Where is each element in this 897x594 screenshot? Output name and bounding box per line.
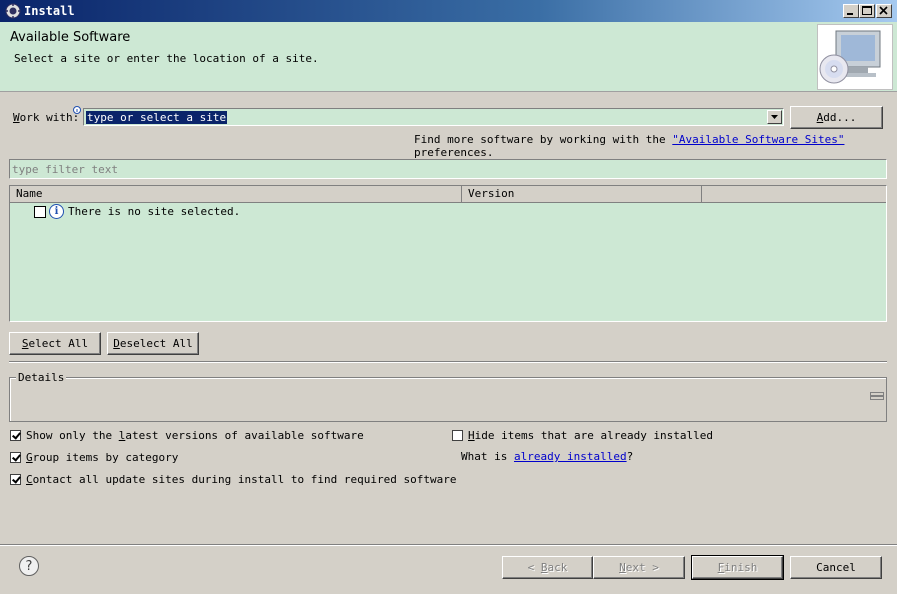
button-label: elect All bbox=[28, 337, 89, 350]
deselect-all-button[interactable]: Deselect All bbox=[107, 332, 199, 355]
maximize-button[interactable] bbox=[859, 4, 875, 18]
mnemonic: C bbox=[26, 473, 33, 486]
install-wizard-image bbox=[817, 24, 893, 90]
column-extra[interactable] bbox=[702, 186, 886, 202]
add-site-button[interactable]: Add... bbox=[790, 106, 883, 129]
close-button[interactable] bbox=[876, 4, 892, 18]
cancel-button[interactable]: Cancel bbox=[790, 556, 882, 579]
column-version[interactable]: Version bbox=[462, 186, 702, 202]
find-more-suffix: preferences. bbox=[414, 146, 494, 159]
minimize-icon bbox=[847, 13, 853, 15]
footer-separator bbox=[0, 544, 897, 546]
mnemonic: N bbox=[619, 561, 626, 574]
button-label: dd... bbox=[823, 111, 857, 124]
label-text: atest versions of available software bbox=[125, 429, 364, 442]
latest-versions-checkbox[interactable] bbox=[10, 430, 21, 441]
button-label: inish bbox=[724, 561, 758, 574]
minimize-button[interactable] bbox=[843, 4, 859, 18]
hide-installed-checkbox[interactable] bbox=[452, 430, 463, 441]
work-with-value[interactable]: type or select a site bbox=[86, 111, 228, 124]
finish-button[interactable]: Finish bbox=[691, 555, 784, 580]
available-software-sites-link[interactable]: "Available Software Sites" bbox=[672, 133, 844, 146]
button-label: < bbox=[527, 561, 541, 574]
table-header: Name Version bbox=[10, 186, 886, 203]
mnemonic: D bbox=[113, 337, 120, 350]
select-all-button[interactable]: Select All bbox=[9, 332, 101, 355]
mnemonic: G bbox=[26, 451, 33, 464]
info-icon: i bbox=[49, 204, 64, 219]
eclipse-icon bbox=[5, 3, 21, 19]
label-text: roup items by category bbox=[32, 451, 179, 464]
label-text: ide items that are already installed bbox=[474, 429, 714, 442]
contact-update-sites-checkbox[interactable] bbox=[10, 474, 21, 485]
details-group: Details bbox=[9, 371, 887, 422]
mnemonic: H bbox=[468, 429, 475, 442]
separator bbox=[9, 361, 887, 363]
what-is-text: What is already installed? bbox=[461, 450, 633, 463]
details-title: Details bbox=[16, 371, 67, 384]
software-table[interactable]: Name Version i There is no site selected… bbox=[9, 185, 887, 322]
header-banner: Available Software Select a site or ente… bbox=[0, 22, 897, 92]
back-button[interactable]: < Back bbox=[502, 556, 593, 579]
label-text: ork with: bbox=[19, 111, 80, 124]
mnemonic: W bbox=[13, 111, 20, 124]
chevron-down-icon bbox=[771, 115, 778, 119]
combo-dropdown-button[interactable] bbox=[767, 110, 782, 124]
latest-versions-label[interactable]: Show only the latest versions of availab… bbox=[26, 429, 364, 442]
next-button[interactable]: Next > bbox=[593, 556, 685, 579]
group-by-category-label[interactable]: Group items by category bbox=[26, 451, 178, 464]
mnemonic: S bbox=[21, 337, 29, 350]
find-more-text: Find more software by working with the "… bbox=[414, 133, 897, 159]
what-is-suffix: ? bbox=[626, 450, 634, 463]
info-decoration-icon bbox=[73, 106, 81, 114]
column-name[interactable]: Name bbox=[10, 186, 462, 202]
button-label: ext > bbox=[625, 561, 659, 574]
filter-placeholder: type filter text bbox=[12, 163, 118, 176]
close-icon bbox=[879, 6, 888, 15]
title-bar: Install bbox=[0, 0, 897, 22]
mnemonic: B bbox=[540, 561, 548, 574]
already-installed-link[interactable]: already installed bbox=[514, 450, 627, 463]
page-subtitle: Select a site or enter the location of a… bbox=[14, 52, 319, 65]
what-is-prefix: What is bbox=[461, 450, 514, 463]
button-label: ack bbox=[547, 561, 568, 574]
work-with-label: Work with: bbox=[13, 111, 79, 124]
page-title: Available Software bbox=[10, 30, 131, 45]
help-button[interactable]: ? bbox=[19, 556, 39, 576]
label-text: Show only the bbox=[26, 429, 119, 442]
window-title: Install bbox=[24, 4, 75, 18]
maximize-icon bbox=[862, 6, 872, 15]
filter-input[interactable]: type filter text bbox=[9, 159, 887, 179]
label-text: ontact all update sites during install t… bbox=[32, 473, 457, 486]
row-text: There is no site selected. bbox=[68, 205, 241, 218]
row-checkbox[interactable] bbox=[34, 206, 46, 218]
button-label: eselect All bbox=[119, 337, 193, 350]
sash-handle-icon[interactable] bbox=[870, 390, 884, 402]
group-by-category-checkbox[interactable] bbox=[10, 452, 21, 463]
computer-cd-icon bbox=[819, 30, 881, 84]
work-with-combo[interactable]: type or select a site bbox=[83, 108, 784, 126]
help-icon: ? bbox=[25, 559, 33, 574]
install-dialog: Install Available Software Select a site… bbox=[0, 0, 897, 594]
hide-installed-label[interactable]: Hide items that are already installed bbox=[468, 429, 713, 442]
find-more-prefix: Find more software by working with the bbox=[414, 133, 673, 146]
contact-update-sites-label[interactable]: Contact all update sites during install … bbox=[26, 473, 456, 486]
